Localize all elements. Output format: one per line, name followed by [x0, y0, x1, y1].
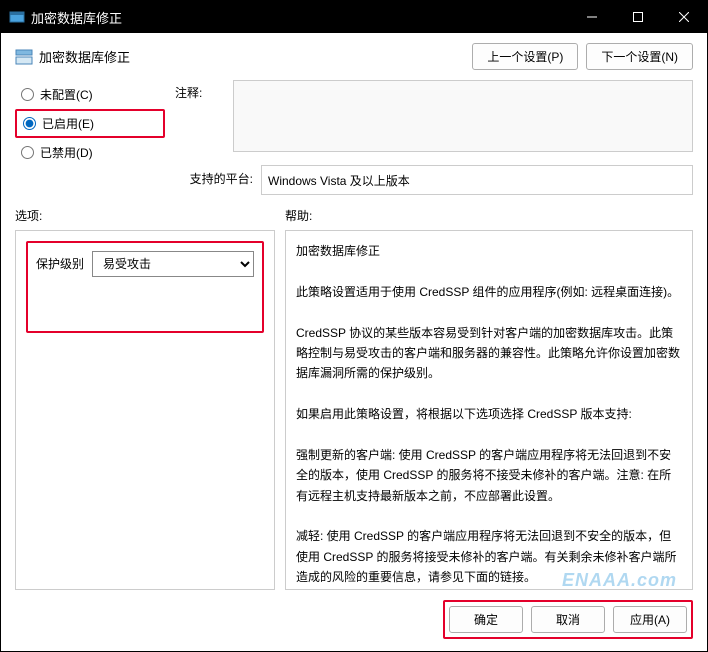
- maximize-button[interactable]: [615, 1, 661, 33]
- titlebar: 加密数据库修正: [1, 1, 707, 33]
- apply-button[interactable]: 应用(A): [613, 606, 687, 633]
- radio-disabled-label: 已禁用(D): [40, 144, 93, 161]
- footer: 确定 取消 应用(A): [1, 590, 707, 651]
- page-title: 加密数据库修正: [39, 47, 472, 66]
- policy-icon: [15, 48, 33, 66]
- platform-label: 支持的平台:: [175, 170, 253, 187]
- radio-enabled-label: 已启用(E): [42, 115, 94, 132]
- ok-button[interactable]: 确定: [449, 606, 523, 633]
- radio-disabled-input[interactable]: [21, 146, 34, 159]
- help-label: 帮助:: [285, 207, 693, 224]
- comment-label: 注释:: [175, 80, 225, 101]
- minimize-button[interactable]: [569, 1, 615, 33]
- platform-field: Windows Vista 及以上版本: [261, 165, 693, 195]
- close-button[interactable]: [661, 1, 707, 33]
- header-row: 加密数据库修正 上一个设置(P) 下一个设置(N): [15, 43, 693, 70]
- prev-setting-button[interactable]: 上一个设置(P): [472, 43, 578, 70]
- app-icon: [9, 9, 25, 25]
- protection-level-select[interactable]: 易受攻击: [92, 251, 254, 277]
- radio-enabled[interactable]: 已启用(E): [15, 109, 165, 138]
- cancel-button[interactable]: 取消: [531, 606, 605, 633]
- window-title: 加密数据库修正: [31, 8, 569, 27]
- radio-not-configured-label: 未配置(C): [40, 86, 93, 103]
- platform-value: Windows Vista 及以上版本: [268, 172, 410, 189]
- options-label: 选项:: [15, 207, 285, 224]
- help-panel[interactable]: 加密数据库修正 此策略设置适用于使用 CredSSP 组件的应用程序(例如: 远…: [285, 230, 693, 590]
- radio-not-configured[interactable]: 未配置(C): [15, 82, 165, 107]
- comment-textarea[interactable]: [233, 80, 693, 152]
- radio-not-configured-input[interactable]: [21, 88, 34, 101]
- radio-enabled-input[interactable]: [23, 117, 36, 130]
- protection-level-label: 保护级别: [36, 251, 84, 272]
- options-panel: 保护级别 易受攻击: [15, 230, 275, 590]
- next-setting-button[interactable]: 下一个设置(N): [586, 43, 693, 70]
- radio-disabled[interactable]: 已禁用(D): [15, 140, 165, 165]
